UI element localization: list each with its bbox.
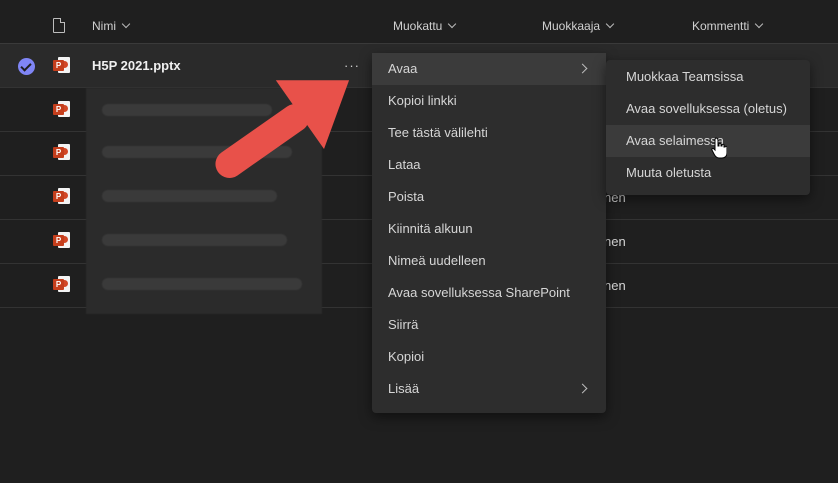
powerpoint-file-icon: P: [53, 232, 70, 249]
column-modified-by-label: Muokkaaja: [542, 19, 601, 33]
modified-by-partial: nen: [604, 278, 626, 293]
chevron-right-icon: [577, 383, 588, 394]
powerpoint-file-icon: P: [53, 101, 70, 118]
chevron-down-icon: [448, 19, 457, 29]
file-list-header: Nimi Muokattu Muokkaaja Kommentti: [0, 0, 838, 44]
column-header-modified[interactable]: Muokattu: [393, 19, 457, 33]
menu-item-delete[interactable]: Poista: [372, 181, 606, 213]
menu-item-more[interactable]: Lisää: [372, 373, 606, 405]
menu-item-download[interactable]: Lataa: [372, 149, 606, 181]
context-menu: Avaa Kopioi linkki Tee tästä välilehti L…: [372, 53, 606, 413]
submenu-item-open-in-app[interactable]: Avaa sovelluksessa (oletus): [606, 93, 810, 125]
powerpoint-file-icon: P: [53, 144, 70, 161]
selected-check-icon[interactable]: [18, 58, 35, 75]
column-name-label: Nimi: [92, 19, 116, 33]
submenu-item-edit-in-teams[interactable]: Muokkaa Teamsissa: [606, 61, 810, 93]
powerpoint-file-icon: P: [53, 57, 70, 74]
modified-by-partial: nen: [604, 234, 626, 249]
chevron-down-icon: [755, 19, 764, 29]
column-header-name[interactable]: Nimi: [92, 19, 131, 33]
powerpoint-file-icon: P: [53, 276, 70, 293]
menu-item-pin-to-top[interactable]: Kiinnitä alkuun: [372, 213, 606, 245]
column-comment-label: Kommentti: [692, 19, 750, 33]
submenu-item-change-default[interactable]: Muuta oletusta: [606, 157, 810, 189]
menu-item-copy-link[interactable]: Kopioi linkki: [372, 85, 606, 117]
menu-item-open[interactable]: Avaa: [372, 53, 606, 85]
menu-item-move[interactable]: Siirrä: [372, 309, 606, 341]
chevron-down-icon: [121, 19, 131, 29]
menu-item-copy[interactable]: Kopioi: [372, 341, 606, 373]
callout-arrow-icon: [215, 80, 350, 178]
menu-item-make-tab[interactable]: Tee tästä välilehti: [372, 117, 606, 149]
submenu-item-open-in-browser[interactable]: Avaa selaimessa: [606, 125, 810, 157]
hand-cursor-icon: [711, 137, 727, 159]
column-header-comment[interactable]: Kommentti: [692, 19, 764, 33]
file-type-header-icon[interactable]: [53, 18, 65, 33]
chevron-right-icon: [577, 63, 588, 74]
file-name[interactable]: H5P 2021.pptx: [92, 58, 181, 73]
menu-item-rename[interactable]: Nimeä uudelleen: [372, 245, 606, 277]
chevron-down-icon: [605, 19, 615, 29]
open-submenu: Muokkaa Teamsissa Avaa sovelluksessa (ol…: [606, 60, 810, 195]
column-header-modified-by[interactable]: Muokkaaja: [542, 19, 615, 33]
menu-item-open-in-sharepoint[interactable]: Avaa sovelluksessa SharePoint: [372, 277, 606, 309]
column-modified-label: Muokattu: [393, 19, 443, 33]
powerpoint-file-icon: P: [53, 188, 70, 205]
